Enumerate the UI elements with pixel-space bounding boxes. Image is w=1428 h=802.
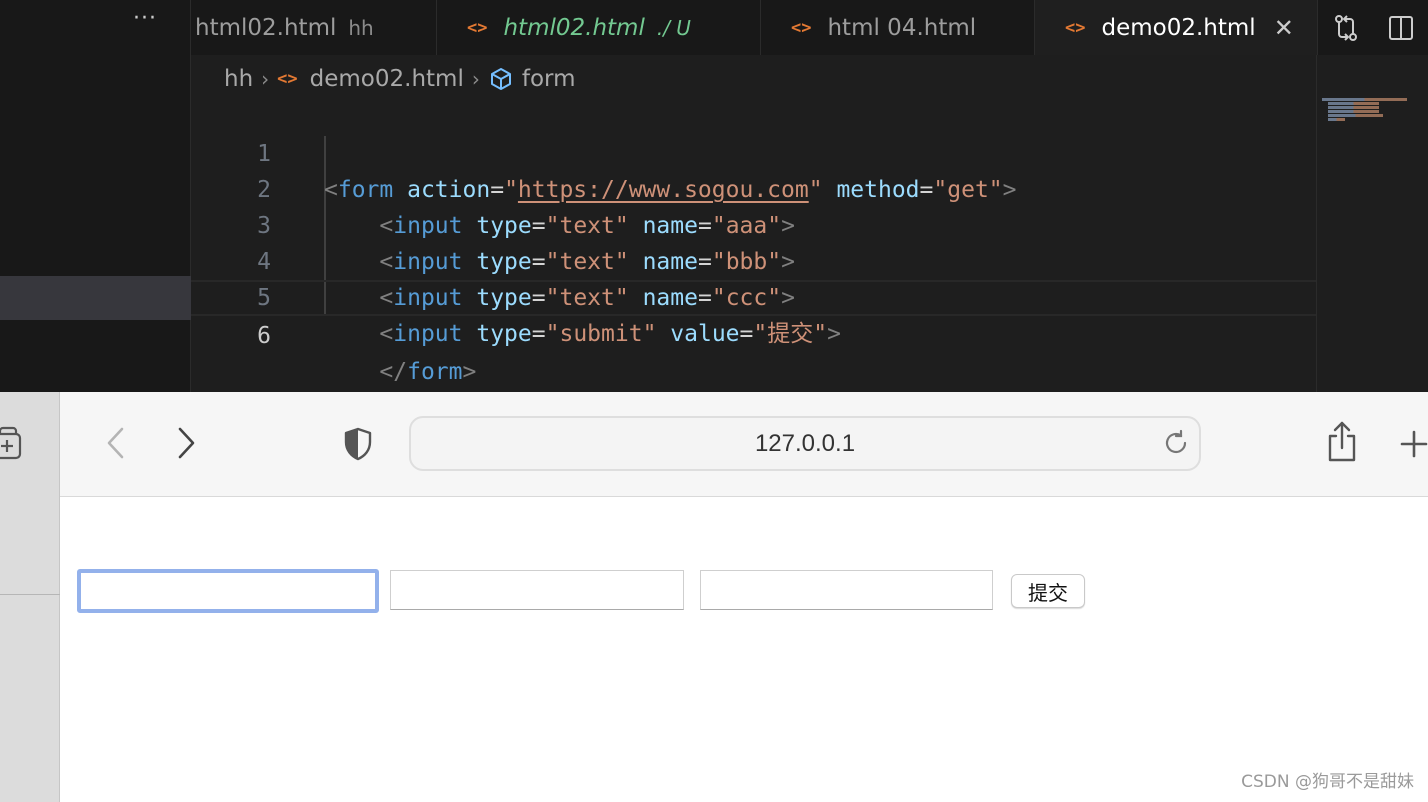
submit-button[interactable]: 提交 xyxy=(1011,574,1085,608)
tab-html04[interactable]: <> html 04.html xyxy=(761,0,1035,55)
code-line[interactable]: 1 <form action="https://www.sogou.com" m… xyxy=(191,100,1316,203)
text-input-bbb[interactable] xyxy=(390,570,684,610)
text-input-ccc[interactable] xyxy=(700,570,993,610)
breadcrumb-file[interactable]: demo02.html xyxy=(310,66,464,92)
minimap[interactable] xyxy=(1322,98,1428,128)
share-button[interactable] xyxy=(1322,418,1362,466)
explorer-panel: ··· xyxy=(0,0,191,392)
chevron-right-icon xyxy=(178,427,195,459)
chevron-right-icon: › xyxy=(261,67,270,91)
browser-window: 127.0.0.1 提交 CSDN @狗哥不是甜妹 xyxy=(0,392,1428,802)
tab-group-icon xyxy=(0,426,22,460)
editor-scrollbar[interactable] xyxy=(1316,55,1317,392)
new-tab-button[interactable] xyxy=(1394,424,1428,464)
close-icon[interactable]: ✕ xyxy=(1274,14,1294,42)
share-icon xyxy=(1328,421,1356,462)
browser-toolbar: 127.0.0.1 xyxy=(60,392,1428,497)
code-text: </form> xyxy=(379,359,477,385)
html-file-icon: <> xyxy=(277,69,298,89)
web-page: 提交 CSDN @狗哥不是甜妹 xyxy=(61,498,1428,802)
tab-demo02-active[interactable]: <> demo02.html ✕ xyxy=(1035,0,1318,55)
code-line[interactable]: 5 <input type="submit" value="提交"> xyxy=(191,244,1316,347)
split-editor-icon xyxy=(1388,15,1413,40)
split-editor-button[interactable] xyxy=(1385,12,1417,44)
address-text[interactable]: 127.0.0.1 xyxy=(411,418,1199,469)
code-line[interactable]: 3 <input type="text" name="bbb"> xyxy=(191,172,1316,275)
privacy-shield-icon xyxy=(344,427,372,461)
tab-label: demo02.html xyxy=(1101,14,1256,41)
symbol-cube-icon xyxy=(488,66,514,92)
tab-description: hh xyxy=(348,15,374,40)
plus-icon xyxy=(1400,430,1428,458)
html-file-icon: <> xyxy=(1065,17,1086,38)
code-area[interactable]: 1 <form action="https://www.sogou.com" m… xyxy=(191,100,1316,385)
reload-button[interactable] xyxy=(1161,428,1191,458)
html-file-icon: <> xyxy=(467,17,488,38)
breadcrumb-folder[interactable]: hh xyxy=(224,66,253,92)
tab-group-button[interactable] xyxy=(0,426,24,462)
code-line[interactable]: 2 <input type="text" name="aaa"> xyxy=(191,136,1316,239)
tab-html02-hh[interactable]: html02.html hh xyxy=(191,0,437,55)
code-editor: ··· html02.html hh <> html02.html ./ U <… xyxy=(0,0,1428,392)
code-line[interactable]: 4 <input type="text" name="ccc"> xyxy=(191,208,1316,311)
breadcrumb: hh › <> demo02.html › form xyxy=(224,62,575,96)
tab-html02-modified[interactable]: <> html02.html ./ U xyxy=(437,0,761,55)
address-bar[interactable]: 127.0.0.1 xyxy=(409,416,1201,471)
line-number: 6 xyxy=(257,323,271,349)
forward-button[interactable] xyxy=(168,422,204,464)
back-button[interactable] xyxy=(98,422,134,464)
code-line-current[interactable]: 6 </form> xyxy=(191,280,1316,385)
watermark: CSDN @狗哥不是甜妹 xyxy=(1241,772,1414,792)
code-text: <input type="submit" value="提交"> xyxy=(379,321,841,347)
chevron-left-icon xyxy=(107,427,124,459)
privacy-report-button[interactable] xyxy=(340,424,376,464)
sidebar-divider xyxy=(0,594,60,595)
more-actions-button[interactable]: ··· xyxy=(128,6,162,36)
html-file-icon: <> xyxy=(791,17,812,38)
editor-tab-bar: html02.html hh <> html02.html ./ U <> ht… xyxy=(191,0,1428,55)
browser-sidebar xyxy=(0,392,60,802)
chevron-right-icon: › xyxy=(471,67,480,91)
breadcrumb-symbol[interactable]: form xyxy=(522,66,576,92)
editor-actions xyxy=(1318,0,1428,55)
compare-changes-icon xyxy=(1334,14,1357,41)
open-changes-button[interactable] xyxy=(1330,12,1362,44)
tab-description: ./ U xyxy=(656,15,691,40)
reload-icon xyxy=(1165,429,1187,454)
tab-label: html02.html xyxy=(195,14,337,41)
tab-label: html02.html xyxy=(503,14,645,41)
explorer-selected-item[interactable] xyxy=(0,276,191,320)
text-input-aaa[interactable] xyxy=(77,569,379,613)
tab-label: html 04.html xyxy=(827,14,977,41)
